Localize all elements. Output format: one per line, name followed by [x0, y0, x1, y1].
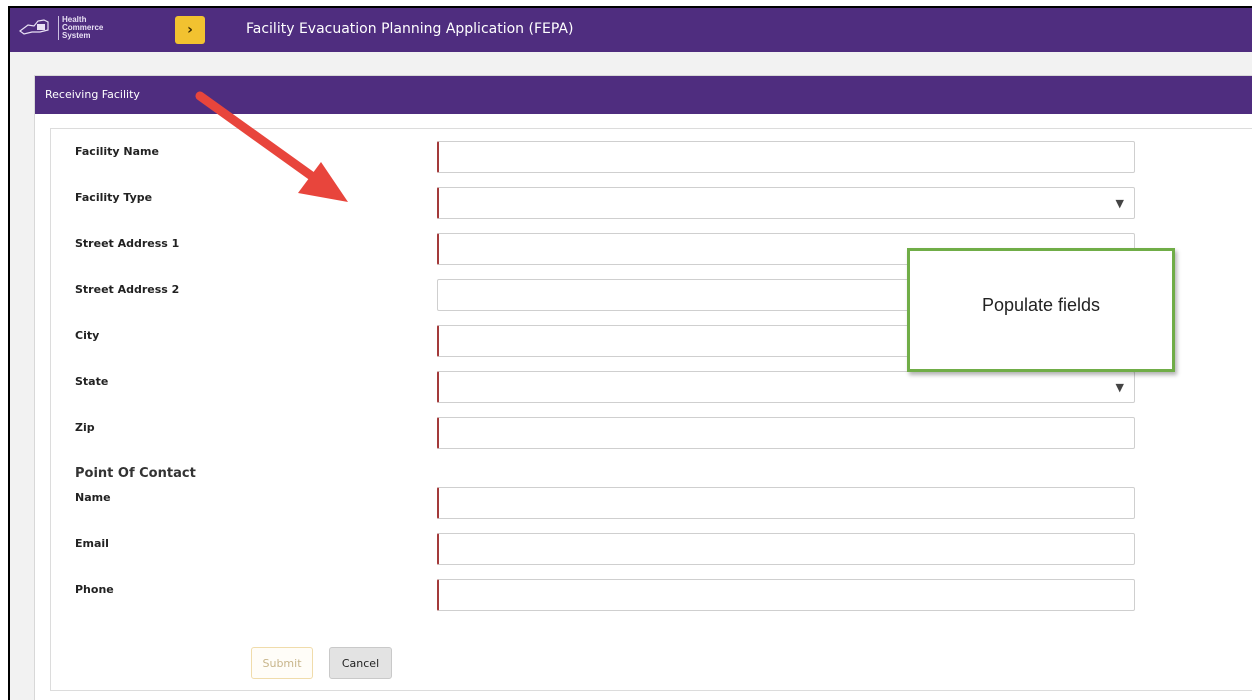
contact-email-input[interactable]: [437, 533, 1135, 565]
contact-name-input[interactable]: [437, 487, 1135, 519]
hcs-logo: Health Commerce System: [18, 13, 128, 43]
cancel-button[interactable]: Cancel: [329, 647, 392, 679]
city-label: City: [75, 329, 100, 342]
street-address-2-label: Street Address 2: [75, 283, 180, 296]
zip-input[interactable]: [437, 417, 1135, 449]
panel-title: Receiving Facility: [45, 88, 140, 101]
facility-name-label: Facility Name: [75, 145, 159, 158]
callout-text: Populate fields: [981, 294, 1101, 315]
facility-type-select[interactable]: ▼: [437, 187, 1135, 219]
dropdown-caret-icon: ▼: [1115, 381, 1124, 394]
arrow-shaft: [195, 91, 325, 187]
contact-name-label: Name: [75, 491, 111, 504]
app-title: Facility Evacuation Planning Application…: [246, 21, 574, 37]
annotation-arrow: [195, 91, 348, 202]
facility-name-input[interactable]: [437, 141, 1135, 173]
street-address-1-label: Street Address 1: [75, 237, 180, 250]
app-header: Health Commerce System › Facility Evacua…: [10, 8, 1252, 52]
dropdown-caret-icon: ▼: [1115, 197, 1124, 210]
contact-phone-label: Phone: [75, 583, 114, 596]
contact-email-label: Email: [75, 537, 109, 550]
zip-label: Zip: [75, 421, 95, 434]
receiving-facility-form: Facility Name Facility Type ▼ Street Add…: [50, 128, 1252, 691]
facility-type-label: Facility Type: [75, 191, 153, 204]
submit-button[interactable]: Submit: [251, 647, 313, 679]
logo-text-line-3: System: [62, 31, 91, 40]
populate-fields-callout: Populate fields: [907, 248, 1175, 372]
menu-toggle-button[interactable]: ›: [175, 16, 205, 44]
state-label: State: [75, 375, 109, 388]
logo-wordmark: Health Commerce System: [58, 16, 103, 40]
ny-state-icon: [19, 19, 49, 35]
state-select[interactable]: ▼: [437, 371, 1135, 403]
contact-phone-input[interactable]: [437, 579, 1135, 611]
point-of-contact-heading: Point Of Contact: [75, 466, 196, 481]
chevron-right-icon: ›: [187, 22, 193, 38]
